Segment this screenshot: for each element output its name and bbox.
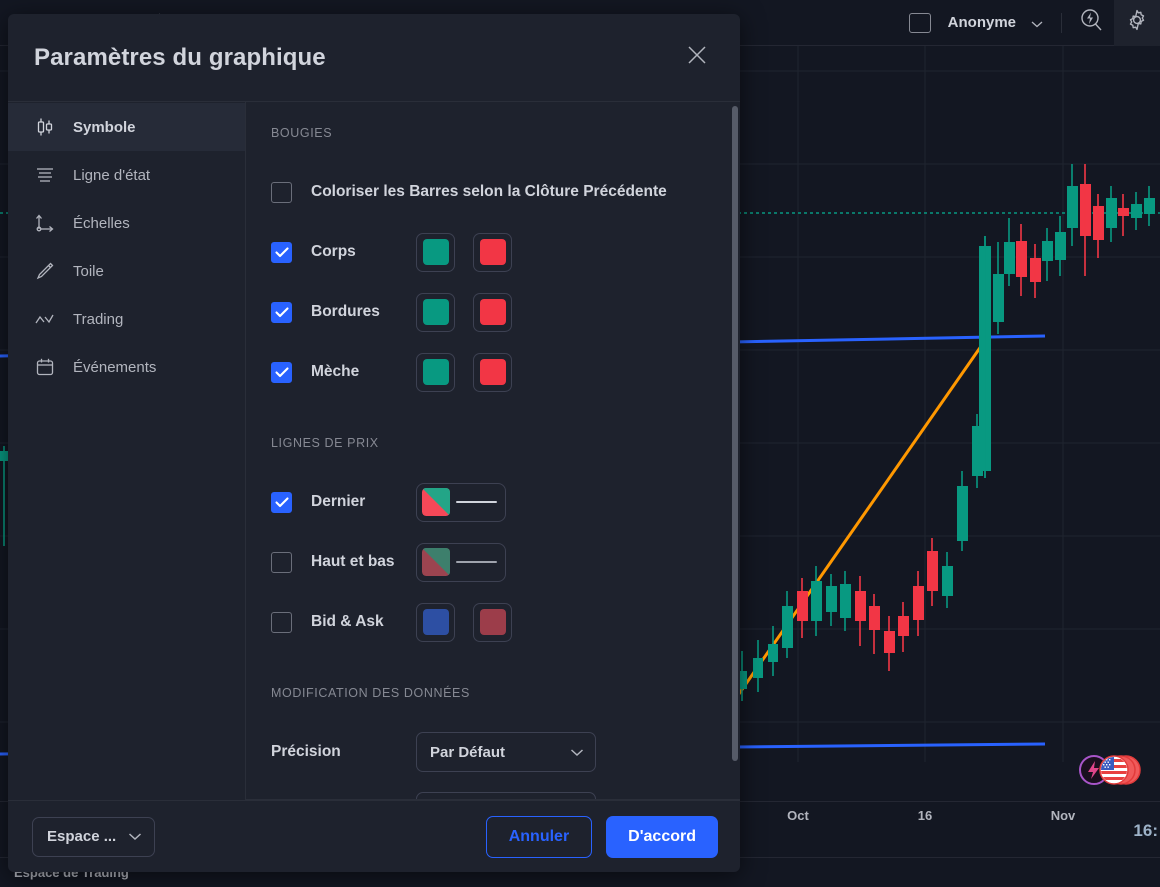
x-axis-tick-2: Nov [1050,808,1076,823]
row-label: Dernier [311,493,366,510]
color-swatch-meche-up[interactable] [416,352,455,392]
sidebar-item-toile[interactable]: Toile [8,247,245,295]
sidebar-item-trading[interactable]: Trading [8,295,245,343]
dialog-footer: Espace ... Annuler D'accord [8,800,740,872]
flash-search-icon [1079,8,1103,37]
sidebar-item-label: Symbole [73,118,136,136]
color-swatch-meche-down[interactable] [473,352,512,392]
color-line-swatch-haut-et-bas[interactable] [416,542,506,582]
sidebar-item-label: Échelles [73,214,130,232]
sidebar-item-ligne-detat[interactable]: Ligne d'état [8,151,245,199]
split-color-chip-dernier [422,488,450,516]
x-axis-tick-0: Oct [787,808,809,823]
square-icon [908,12,931,33]
row-label: Mèche [311,363,360,380]
toolbar-divider-right [1061,12,1062,33]
trading-icon [33,307,57,331]
row-label: Haut et bas [311,553,395,570]
content-bottom-divider [246,799,740,800]
row-dernier[interactable]: Dernier [271,472,710,532]
color-swatch-ask[interactable] [473,602,512,642]
us-flag-coins-badge-icon[interactable] [1078,753,1142,787]
x-axis-tick-1: 16 [917,808,933,823]
row-label: Coloriser les Barres selon la Clôture Pr… [311,183,667,200]
confirm-button[interactable]: D'accord [606,815,718,858]
checkbox-haut-et-bas[interactable] [271,551,292,573]
checkbox-bid-ask[interactable] [271,611,292,633]
section-title-candles: BOUGIES [271,126,333,140]
line-style-preview-haut-et-bas [456,561,497,563]
dialog-header: Paramètres du graphique [8,14,740,102]
row-corps[interactable]: Corps [271,222,710,282]
chevron-down-icon [570,748,584,757]
color-swatch-bordures-down[interactable] [473,292,512,332]
row-color-bars-previous-close[interactable]: Coloriser les Barres selon la Clôture Pr… [271,162,710,222]
row-bid-ask[interactable]: Bid & Ask [271,592,710,652]
close-icon [686,44,708,71]
checkbox-corps[interactable] [271,241,292,263]
row-label: Corps [311,243,356,260]
color-line-swatch-dernier[interactable] [416,482,506,522]
status-line-icon [33,163,57,187]
row-precision: Précision Par Défaut [271,722,710,782]
color-swatch-corps-down[interactable] [473,232,512,272]
dialog-body: Symbole Ligne d'état Échelles Toile Trad… [8,102,740,800]
section-title-data-modification: MODIFICATION DES DONNÉES [271,686,470,700]
checkbox-meche[interactable] [271,361,292,383]
row-label: Bordures [311,303,380,320]
split-color-chip-haut-et-bas [422,548,450,576]
sidebar-item-label: Événements [73,358,157,376]
page-title: Paramètres du graphique [34,43,326,71]
scales-axis-icon [33,211,57,235]
calendar-icon [33,355,57,379]
template-select-value: Espace ... [47,828,117,845]
row-fuseau-horaire: Fuseau horaire (UTC+1) Paris [271,782,710,800]
section-title-price-lines: LIGNES DE PRIX [271,436,379,450]
template-select[interactable]: Espace ... [32,816,156,857]
sidebar-item-symbole[interactable]: Symbole [8,103,245,151]
checkbox-bordures[interactable] [271,301,292,323]
candlestick-icon [33,115,57,139]
sidebar-item-label: Trading [73,310,124,328]
cancel-button[interactable]: Annuler [485,815,593,858]
checkbox-color-bars-previous-close[interactable] [271,181,292,203]
sidebar-item-evenements[interactable]: Événements [8,343,245,391]
anonymous-account-button[interactable]: Anonyme [897,6,1055,40]
content-scrollbar[interactable] [732,106,738,761]
color-swatch-corps-up[interactable] [416,232,455,272]
checkbox-dernier[interactable] [271,491,292,513]
chart-settings-button[interactable] [1114,0,1160,46]
flash-search-button[interactable] [1068,0,1114,46]
sidebar-item-echelles[interactable]: Échelles [8,199,245,247]
anonymous-label: Anonyme [947,14,1016,31]
chevron-down-icon [1031,15,1043,31]
chevron-down-icon [128,828,142,845]
settings-content: BOUGIES Coloriser les Barres selon la Cl… [246,102,740,800]
row-haut-et-bas[interactable]: Haut et bas [271,532,710,592]
close-button[interactable] [678,39,716,77]
line-style-preview-dernier [456,501,497,503]
field-label-precision: Précision [271,743,341,760]
color-swatch-bordures-up[interactable] [416,292,455,332]
chart-settings-dialog: Paramètres du graphique Symbole Ligne d'… [8,14,740,872]
pencil-icon [33,259,57,283]
color-swatch-bid[interactable] [416,602,455,642]
select-precision[interactable]: Par Défaut [416,732,596,772]
gear-icon [1125,8,1149,37]
settings-sidebar: Symbole Ligne d'état Échelles Toile Trad… [8,102,246,800]
sidebar-item-label: Toile [73,262,104,280]
row-label: Bid & Ask [311,613,384,630]
select-value: Par Défaut [430,743,506,761]
row-meche[interactable]: Mèche [271,342,710,402]
sidebar-item-label: Ligne d'état [73,166,151,184]
row-bordures[interactable]: Bordures [271,282,710,342]
